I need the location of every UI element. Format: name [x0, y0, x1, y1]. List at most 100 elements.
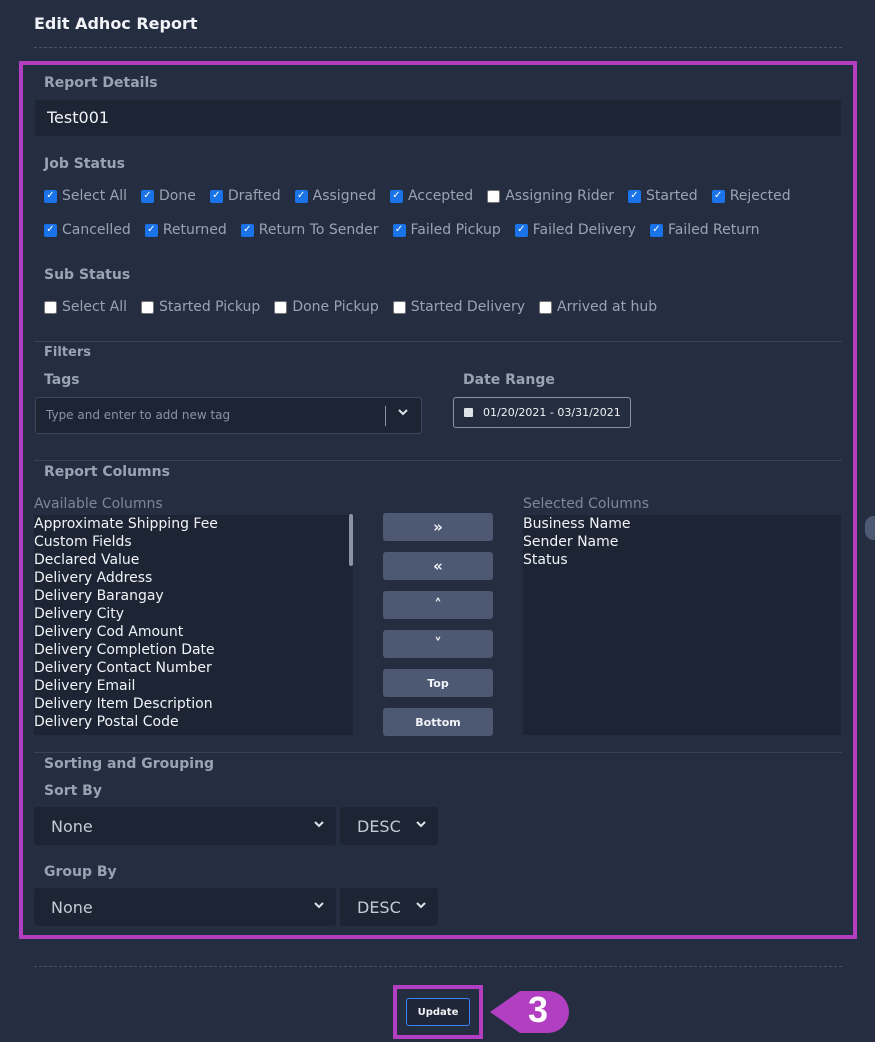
available-column-option[interactable]: Delivery City [34, 605, 353, 623]
job-status-label: Select All [62, 188, 127, 204]
checkbox-checked-icon[interactable]: ✓ [44, 189, 57, 203]
job-status-checkbox[interactable]: ✓ Failed Pickup [392, 222, 501, 238]
chevron-down-icon [312, 817, 326, 835]
checkbox-checked-icon[interactable]: ✓ [649, 223, 663, 237]
checkbox-checked-icon[interactable]: ✓ [514, 223, 528, 237]
selected-columns-list[interactable]: Business Name Sender Name Status [523, 515, 841, 735]
available-columns-list[interactable]: Approximate Shipping Fee Custom Fields Dec… [34, 515, 353, 735]
sub-status-label: Started Pickup [159, 299, 261, 315]
job-status-checkbox[interactable]: ✓ Accepted [389, 188, 473, 204]
chevron-down-icon [312, 898, 326, 916]
footer-divider [34, 966, 842, 967]
date-range-value: 01/20/2021 - 03/31/2021 [483, 406, 621, 419]
available-column-option[interactable]: Declared Value [34, 551, 353, 569]
job-status-checkbox[interactable]: ✓ Started [627, 188, 698, 204]
report-columns-label: Report Columns [44, 464, 170, 480]
job-status-checkbox[interactable]: Assigning Rider [487, 188, 614, 204]
available-column-option[interactable]: Delivery Postal Code [34, 713, 353, 731]
chevron-down-icon [414, 898, 428, 916]
job-status-row-2: ✓ Cancelled ✓ Returned ✓ Return To Sender ✓ Fai… [44, 222, 774, 238]
available-columns-scrollbar[interactable] [349, 514, 353, 566]
checkbox-checked-icon[interactable]: ✓ [392, 223, 406, 237]
tags-placeholder: Type and enter to add new tag [46, 408, 231, 422]
sub-status-checkbox[interactable]: Arrived at hub [539, 299, 657, 315]
checkbox-unchecked-icon[interactable] [274, 300, 288, 314]
move-bottom-button[interactable]: Bottom [383, 708, 493, 736]
tags-input[interactable]: Type and enter to add new tag [35, 397, 422, 434]
title-divider [34, 47, 842, 48]
filters-label: Filters [44, 345, 91, 360]
selected-column-option[interactable]: Status [523, 551, 841, 569]
chevron-down-icon[interactable] [396, 405, 410, 423]
columns-divider [34, 460, 842, 461]
checkbox-checked-icon[interactable]: ✓ [44, 223, 57, 237]
selected-column-option[interactable]: Sender Name [523, 533, 841, 551]
available-column-option[interactable]: Approximate Shipping Fee [34, 515, 353, 533]
job-status-checkbox[interactable]: ✓ Returned [144, 222, 227, 238]
job-status-label: Drafted [227, 188, 281, 204]
checkbox-checked-icon[interactable]: ✓ [209, 189, 223, 203]
selected-column-option[interactable]: Business Name [523, 515, 841, 533]
job-status-checkbox[interactable]: ✓ Assigned [294, 188, 376, 204]
job-status-checkbox[interactable]: ✓ Drafted [209, 188, 281, 204]
side-panel-handle[interactable] [865, 516, 875, 540]
sort-by-value: None [51, 816, 93, 836]
date-range-button[interactable]: 01/20/2021 - 03/31/2021 [453, 397, 631, 428]
job-status-label: Failed Pickup [410, 222, 501, 238]
sub-status-checkbox[interactable]: Select All [44, 299, 127, 315]
job-status-label: Failed Delivery [532, 222, 636, 238]
sub-status-checkbox[interactable]: Done Pickup [274, 299, 379, 315]
job-status-label: Done [159, 188, 196, 204]
job-status-checkbox[interactable]: ✓ Failed Return [649, 222, 760, 238]
report-name-input[interactable] [35, 100, 841, 136]
checkbox-checked-icon[interactable]: ✓ [141, 189, 154, 203]
available-column-option[interactable]: Delivery Contact Number [34, 659, 353, 677]
checkbox-checked-icon[interactable]: ✓ [627, 189, 641, 203]
job-status-checkbox[interactable]: ✓ Return To Sender [240, 222, 379, 238]
checkbox-checked-icon[interactable]: ✓ [711, 189, 725, 203]
group-by-select[interactable]: None [34, 888, 336, 926]
checkbox-unchecked-icon[interactable] [487, 189, 501, 203]
job-status-checkbox[interactable]: ✓ Select All [44, 188, 127, 204]
job-status-label: Assigning Rider [505, 188, 614, 204]
move-down-button[interactable]: ˅ [383, 630, 493, 658]
available-column-option[interactable]: Delivery Cod Amount [34, 623, 353, 641]
available-column-option[interactable]: Delivery Address [34, 569, 353, 587]
sub-status-label: Done Pickup [292, 299, 379, 315]
sub-status-checkbox[interactable]: Started Pickup [141, 299, 260, 315]
checkbox-checked-icon[interactable]: ✓ [144, 223, 158, 237]
checkbox-unchecked-icon[interactable] [141, 300, 154, 314]
sort-by-select[interactable]: None [34, 807, 336, 845]
move-top-button[interactable]: Top [383, 669, 493, 697]
job-status-label: Assigned [312, 188, 376, 204]
sub-status-label: Started Delivery [410, 299, 526, 315]
job-status-checkbox[interactable]: ✓ Cancelled [44, 222, 131, 238]
available-column-option[interactable]: Delivery Barangay [34, 587, 353, 605]
add-all-button[interactable]: » [383, 513, 493, 541]
sub-status-label: Arrived at hub [557, 299, 658, 315]
sorting-divider [34, 752, 842, 753]
checkbox-checked-icon[interactable]: ✓ [389, 189, 403, 203]
sub-status-checkbox[interactable]: Started Delivery [392, 299, 526, 315]
available-column-option[interactable]: Delivery Email [34, 677, 353, 695]
job-status-checkbox[interactable]: ✓ Rejected [711, 188, 791, 204]
available-column-option[interactable]: Custom Fields [34, 533, 353, 551]
checkbox-unchecked-icon[interactable] [539, 300, 553, 314]
filters-divider [34, 341, 842, 342]
checkbox-unchecked-icon[interactable] [44, 300, 57, 314]
checkbox-checked-icon[interactable]: ✓ [294, 189, 308, 203]
move-up-button[interactable]: ˄ [383, 591, 493, 619]
job-status-checkbox[interactable]: ✓ Done [141, 188, 196, 204]
report-details-label: Report Details [44, 75, 158, 91]
job-status-checkbox[interactable]: ✓ Failed Delivery [514, 222, 636, 238]
update-button[interactable]: Update [406, 998, 470, 1026]
available-column-option[interactable]: Delivery Completion Date [34, 641, 353, 659]
checkbox-checked-icon[interactable]: ✓ [240, 223, 254, 237]
sub-status-label: Sub Status [44, 267, 131, 283]
group-order-select[interactable]: DESC [340, 888, 438, 926]
sort-order-select[interactable]: DESC [340, 807, 438, 845]
checkbox-unchecked-icon[interactable] [392, 300, 406, 314]
group-by-value: None [51, 897, 93, 917]
remove-all-button[interactable]: « [383, 552, 493, 580]
available-column-option[interactable]: Delivery Item Description [34, 695, 353, 713]
